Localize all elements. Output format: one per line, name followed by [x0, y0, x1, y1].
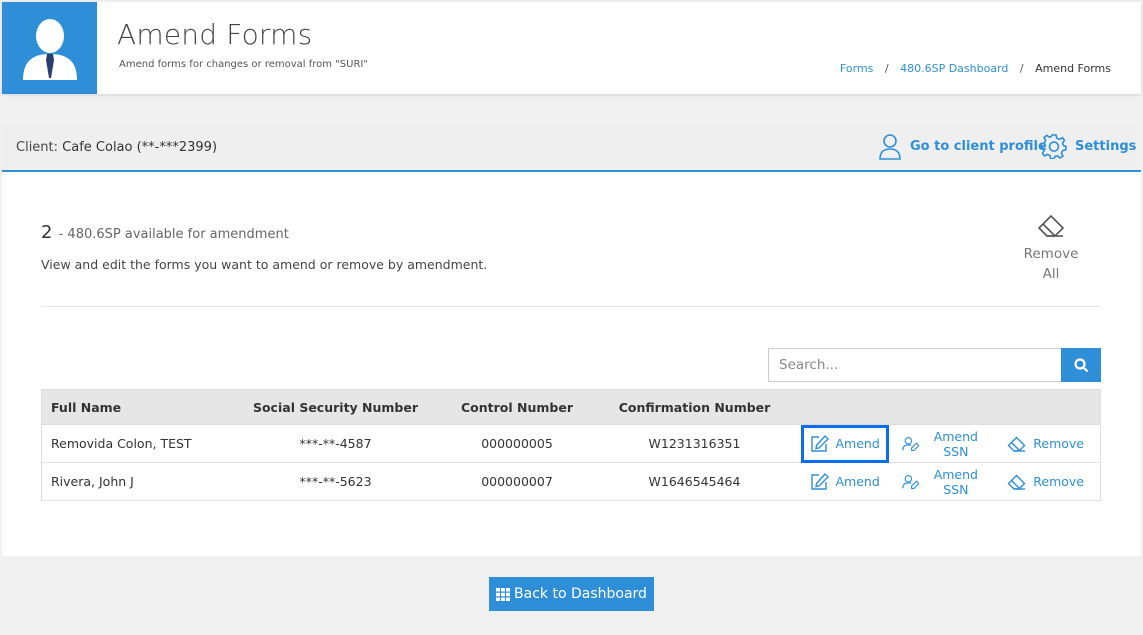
- settings-label: Settings: [1075, 138, 1137, 154]
- cell-confirmation-number: W1646545464: [589, 462, 800, 501]
- client-name: Cafe Colao (**-***2399): [62, 140, 218, 155]
- column-header-control-number: Control Number: [444, 389, 590, 425]
- client-info: Client: Cafe Colao (**-***2399): [16, 140, 217, 155]
- cell-ssn: ***-**-5623: [226, 462, 445, 501]
- back-to-dashboard-button[interactable]: Back to Dashboard: [489, 577, 654, 611]
- eraser-icon: [1007, 474, 1026, 490]
- amend-label: Amend: [835, 474, 880, 489]
- forms-count: 2 - 480.6SP available for amendment: [41, 222, 289, 243]
- forms-description: View and edit the forms you want to amen…: [41, 257, 488, 272]
- search-input[interactable]: [768, 348, 1062, 382]
- user-edit-icon: [902, 436, 920, 451]
- column-header-confirmation-number: Confirmation Number: [589, 389, 800, 425]
- remove-button[interactable]: Remove: [1001, 466, 1090, 498]
- cell-confirmation-number: W1231316351: [589, 424, 800, 463]
- breadcrumb-separator: /: [1019, 62, 1024, 75]
- cell-full-name: Removida Colon, TEST: [41, 424, 227, 463]
- remove-all-label-line2: All: [1042, 266, 1060, 282]
- remove-button[interactable]: Remove: [1001, 428, 1090, 460]
- footer-bar: Back to Dashboard: [2, 556, 1141, 633]
- page-title: Amend Forms: [117, 18, 313, 51]
- avatar: [2, 2, 97, 94]
- search-button[interactable]: [1061, 348, 1101, 382]
- grid-icon: [496, 587, 511, 601]
- amend-ssn-button[interactable]: Amend SSN: [896, 466, 991, 498]
- edit-icon: [810, 473, 829, 490]
- amend-label: Amend: [835, 436, 880, 451]
- table-header-row: Full Name Social Security Number Control…: [41, 389, 1101, 425]
- page-header: Amend Forms Amend forms for changes or r…: [2, 2, 1141, 94]
- remove-all-button[interactable]: Remove All: [1012, 214, 1090, 284]
- table-row: Removida Colon, TEST ***-**-4587 0000000…: [41, 424, 1101, 463]
- breadcrumb-dashboard[interactable]: 480.6SP Dashboard: [900, 62, 1008, 75]
- eraser-icon: [1037, 214, 1065, 237]
- column-header-ssn: Social Security Number: [226, 389, 445, 425]
- client-bar: Client: Cafe Colao (**-***2399) Go to cl…: [2, 124, 1141, 172]
- divider: [41, 306, 1101, 307]
- cell-control-number: 000000007: [444, 462, 590, 501]
- cell-control-number: 000000005: [444, 424, 590, 463]
- remove-label: Remove: [1033, 436, 1084, 451]
- page-subtitle: Amend forms for changes or removal from …: [119, 59, 368, 70]
- forms-table: Full Name Social Security Number Control…: [41, 389, 1101, 501]
- cell-full-name: Rivera, John J: [41, 462, 227, 501]
- cell-actions: Amend Amend SSN Remove: [799, 462, 1101, 501]
- remove-all-label-line1: Remove: [1023, 246, 1079, 262]
- gear-icon: [1041, 134, 1067, 159]
- user-edit-icon: [902, 474, 920, 489]
- remove-label: Remove: [1033, 474, 1084, 489]
- cell-ssn: ***-**-4587: [226, 424, 445, 463]
- edit-icon: [810, 435, 829, 452]
- go-to-client-profile-link[interactable]: Go to client profile: [878, 133, 1047, 160]
- breadcrumb-current: Amend Forms: [1035, 62, 1111, 75]
- forms-count-number: 2: [41, 222, 53, 243]
- column-header-full-name: Full Name: [41, 389, 227, 425]
- column-header-actions: [799, 389, 1101, 425]
- back-to-dashboard-label: Back to Dashboard: [514, 586, 647, 602]
- cell-actions: Amend Amend SSN Remove: [799, 424, 1101, 463]
- forms-count-text: - 480.6SP available for amendment: [58, 227, 289, 242]
- table-row: Rivera, John J ***-**-5623 000000007 W16…: [41, 462, 1101, 501]
- amend-button[interactable]: Amend: [804, 466, 886, 498]
- breadcrumb: Forms / 480.6SP Dashboard / Amend Forms: [840, 62, 1111, 75]
- amend-ssn-label: Amend SSN: [933, 466, 978, 497]
- client-label: Client:: [16, 140, 59, 155]
- settings-link[interactable]: Settings: [1041, 133, 1136, 159]
- amend-button[interactable]: Amend: [800, 424, 889, 463]
- amend-ssn-button[interactable]: Amend SSN: [896, 428, 991, 460]
- search-icon: [1073, 357, 1088, 372]
- breadcrumb-forms[interactable]: Forms: [840, 62, 873, 75]
- user-tie-icon: [23, 19, 77, 80]
- amend-ssn-label: Amend SSN: [933, 428, 978, 459]
- go-to-client-profile-label: Go to client profile: [910, 139, 1047, 154]
- breadcrumb-separator: /: [884, 62, 889, 75]
- user-outline-icon: [879, 134, 901, 160]
- eraser-icon: [1007, 436, 1026, 452]
